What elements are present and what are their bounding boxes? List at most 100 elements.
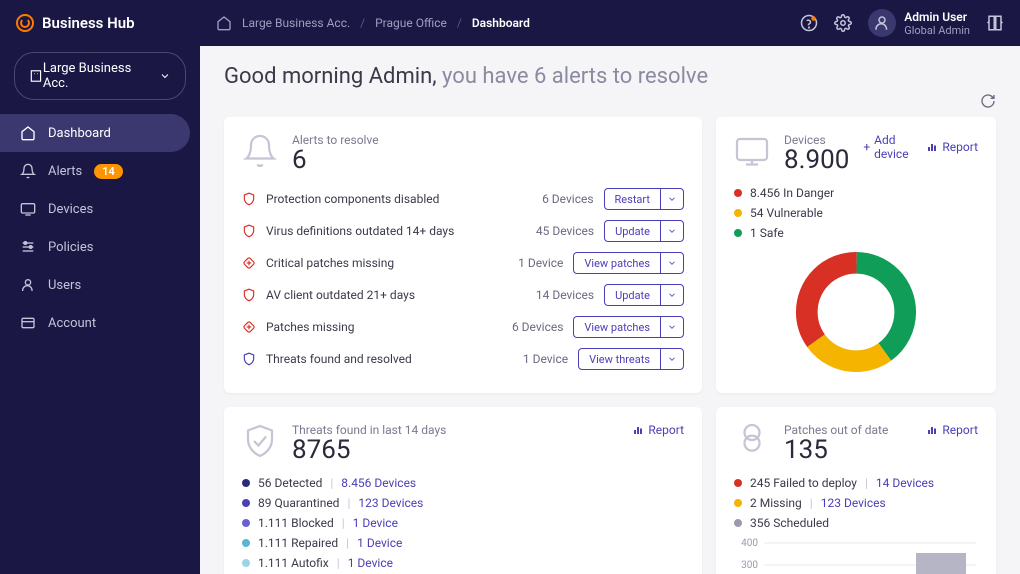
main: Large Business Acc. / Prague Office / Da… (200, 0, 1020, 574)
legend-devices-link[interactable]: 1 Device (357, 536, 402, 550)
alert-count: 14 Devices (536, 288, 594, 302)
shield-red-icon (242, 288, 256, 302)
legend-devices-link[interactable]: 1 Device (348, 556, 393, 570)
account-selector[interactable]: Large Business Acc. (14, 52, 186, 100)
patches-card: Patches out of date 135 Report 245 Faile… (716, 407, 996, 574)
refresh-icon[interactable] (980, 93, 996, 109)
gear-icon[interactable] (834, 14, 852, 32)
topbar-actions: Admin User Global Admin (800, 9, 1004, 37)
alert-label: Critical patches missing (266, 256, 394, 270)
legend-label: 89 Quarantined (258, 496, 339, 510)
alert-label: Threats found and resolved (266, 352, 412, 366)
nav-account[interactable]: Account (0, 304, 200, 342)
devices-card-count: 8.900 (784, 147, 849, 173)
user-menu[interactable]: Admin User Global Admin (868, 9, 970, 37)
alerts-badge: 14 (94, 164, 123, 179)
legend-devices-link[interactable]: 123 Devices (358, 496, 423, 510)
building-icon (29, 69, 43, 83)
chevron-down-icon (667, 226, 677, 236)
expand-icon[interactable] (986, 14, 1004, 32)
alert-label: Patches missing (266, 320, 355, 334)
sidebar: Business Hub Large Business Acc. Dashboa… (0, 0, 200, 574)
nav-devices[interactable]: Devices (0, 190, 200, 228)
svg-text:300: 300 (741, 560, 758, 571)
threats-report-link[interactable]: Report (632, 423, 684, 437)
nav-users[interactable]: Users (0, 266, 200, 304)
shield-red-icon (242, 224, 256, 238)
alert-action-button[interactable]: Update (604, 284, 684, 306)
legend-dot (734, 209, 742, 217)
svg-text:400: 400 (741, 538, 758, 549)
sliders-icon (20, 239, 36, 255)
home-icon[interactable] (216, 15, 232, 31)
legend-devices-link[interactable]: 8.456 Devices (341, 476, 416, 490)
legend-item: 54 Vulnerable (734, 203, 978, 223)
patch-red-icon (242, 320, 256, 334)
threats-card: Threats found in last 14 days 8765 Repor… (224, 407, 702, 574)
legend-label: 1 Safe (750, 226, 784, 240)
legend-label: 8.456 In Danger (750, 186, 834, 200)
alert-row: AV client outdated 21+ days14 DevicesUpd… (242, 279, 684, 311)
content: Good morning Admin, you have 6 alerts to… (200, 46, 1020, 574)
bar-icon (926, 424, 938, 436)
alert-count: 45 Devices (536, 224, 594, 238)
alert-action-button[interactable]: View threats (578, 348, 684, 370)
help-icon[interactable] (800, 14, 818, 32)
legend-label: 54 Vulnerable (750, 206, 823, 220)
alert-row: Protection components disabled6 DevicesR… (242, 183, 684, 215)
add-device-link[interactable]: + Add device (863, 133, 912, 161)
alert-count: 1 Device (518, 256, 563, 270)
monitor-icon (20, 201, 36, 217)
alerts-card-count: 6 (292, 147, 379, 173)
legend-item: 89 Quarantined|123 Devices (242, 493, 684, 513)
legend-devices-link[interactable]: 1 Device (353, 516, 398, 530)
devices-report-link[interactable]: Report (926, 133, 978, 161)
avatar (868, 9, 896, 37)
breadcrumb: Large Business Acc. / Prague Office / Da… (242, 16, 530, 30)
monitor-icon (734, 133, 770, 169)
alert-action-button[interactable]: Update (604, 220, 684, 242)
legend-label: 356 Scheduled (750, 516, 829, 530)
alert-action-button[interactable]: View patches (573, 252, 684, 274)
legend-dot (242, 559, 250, 567)
devices-legend: 8.456 In Danger 54 Vulnerable 1 Safe (734, 183, 978, 243)
shield-blue-icon (242, 352, 256, 366)
legend-item: 8.456 In Danger (734, 183, 978, 203)
alert-action-button[interactable]: Restart (604, 188, 684, 210)
legend-item: 356 Scheduled (734, 513, 978, 533)
bar-icon (926, 141, 938, 153)
user-icon (873, 14, 891, 32)
user-icon (20, 277, 36, 293)
alert-row: Patches missing6 DevicesView patches (242, 311, 684, 343)
legend-dot (242, 519, 250, 527)
legend-devices-link[interactable]: 14 Devices (876, 476, 934, 490)
threats-card-count: 8765 (292, 437, 446, 463)
legend-item: 56 Detected|8.456 Devices (242, 473, 684, 493)
nav-alerts[interactable]: Alerts 14 (0, 152, 200, 190)
chevron-down-icon (667, 258, 677, 268)
patches-report-link[interactable]: Report (926, 423, 978, 437)
breadcrumb-account[interactable]: Large Business Acc. (242, 16, 350, 30)
page-greeting: Good morning Admin, you have 6 alerts to… (224, 64, 996, 89)
chevron-down-icon (667, 290, 677, 300)
patches-bar-chart: 400 300 200 100 (734, 533, 978, 574)
breadcrumb-location[interactable]: Prague Office (375, 16, 447, 30)
chevron-down-icon (667, 322, 677, 332)
alert-action-button[interactable]: View patches (573, 316, 684, 338)
legend-label: 2 Missing (750, 496, 802, 510)
legend-dot (242, 539, 250, 547)
nav-dashboard[interactable]: Dashboard (0, 114, 190, 152)
greeting-bold: Good morning Admin, (224, 64, 437, 89)
legend-dot (242, 499, 250, 507)
nav-policies[interactable]: Policies (0, 228, 200, 266)
breadcrumb-sep: / (360, 16, 365, 30)
chevron-down-icon (159, 70, 171, 82)
legend-item: 1.111 Autofix|1 Device (242, 553, 684, 573)
devices-card: Devices 8.900 + Add device Report 8.456 … (716, 117, 996, 393)
legend-devices-link[interactable]: 123 Devices (821, 496, 886, 510)
alerts-card: Alerts to resolve 6 Protection component… (224, 117, 702, 393)
home-icon (20, 125, 36, 141)
legend-label: 245 Failed to deploy (750, 476, 857, 490)
bell-icon (20, 163, 36, 179)
nav-devices-label: Devices (48, 202, 93, 217)
